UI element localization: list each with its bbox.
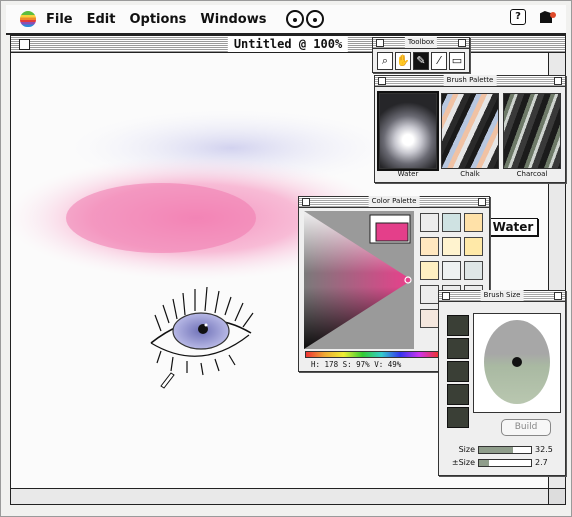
brush-water[interactable]: Water bbox=[377, 91, 439, 178]
toolbox-title: Toolbox bbox=[404, 37, 438, 48]
hue-slider[interactable] bbox=[305, 351, 439, 358]
brush-shape-list bbox=[447, 315, 469, 428]
menu-bar: File Edit Options Windows ? bbox=[6, 5, 566, 35]
pm-size-slider[interactable] bbox=[478, 458, 532, 467]
brush-size-title: Brush Size bbox=[480, 290, 524, 301]
swatch[interactable] bbox=[442, 237, 461, 256]
horizontal-scrollbar[interactable] bbox=[11, 488, 549, 504]
size-row: Size 32.5 bbox=[447, 445, 553, 454]
toolbox-palette: Toolbox ⌕ ✋ ✎ ⁄ ▭ bbox=[372, 37, 470, 73]
brush-cursor bbox=[160, 372, 175, 389]
current-brush-button[interactable]: Water bbox=[488, 218, 538, 236]
brush-shape-option[interactable] bbox=[447, 407, 469, 428]
brush-size-zoom-icon[interactable] bbox=[554, 292, 562, 300]
toolbox-close-icon[interactable] bbox=[376, 39, 384, 47]
menu-right-area: ? bbox=[510, 9, 556, 25]
size-slider[interactable] bbox=[478, 445, 532, 454]
pm-size-slider-fill bbox=[479, 459, 490, 466]
brush-palette-title: Brush Palette bbox=[443, 75, 497, 86]
resize-box[interactable] bbox=[548, 488, 565, 504]
color-palette-zoom-icon[interactable] bbox=[478, 198, 486, 206]
color-palette-title-bar[interactable]: Color Palette bbox=[299, 196, 489, 208]
help-icon[interactable]: ? bbox=[510, 9, 526, 25]
menu-options[interactable]: Options bbox=[129, 12, 186, 27]
hsv-readout: H: 178 S: 97% V: 49% bbox=[311, 360, 402, 369]
brush-size-title-bar[interactable]: Brush Size bbox=[439, 290, 565, 302]
chalk-brush-icon bbox=[441, 93, 499, 169]
magnifier-icon[interactable]: ⌕ bbox=[377, 52, 393, 70]
brush-label: Water bbox=[397, 170, 419, 178]
build-button[interactable]: Build bbox=[501, 419, 551, 436]
size-slider-fill bbox=[479, 446, 513, 453]
swatch[interactable] bbox=[442, 261, 461, 280]
brush-size-palette: Brush Size Build Size 32.5 ±Size 2.7 bbox=[438, 290, 566, 476]
swatch[interactable] bbox=[420, 309, 439, 328]
swatch[interactable] bbox=[420, 285, 439, 304]
color-triangle[interactable] bbox=[304, 211, 414, 349]
swatch[interactable] bbox=[464, 237, 483, 256]
swatch[interactable] bbox=[464, 261, 483, 280]
brush-shape-option[interactable] bbox=[447, 315, 469, 336]
menu-windows[interactable]: Windows bbox=[200, 12, 266, 27]
tool-row: ⌕ ✋ ✎ ⁄ ▭ bbox=[373, 49, 469, 73]
menu-file[interactable]: File bbox=[46, 12, 73, 27]
color-palette-title: Color Palette bbox=[368, 196, 420, 207]
size-value: 32.5 bbox=[535, 445, 553, 454]
document-title-bar[interactable]: Untitled @ 100% bbox=[11, 36, 565, 53]
selection-icon[interactable]: ▭ bbox=[449, 52, 465, 70]
eye-drawing bbox=[150, 286, 254, 376]
charcoal-brush-icon bbox=[503, 93, 561, 169]
brush-palette-close-icon[interactable] bbox=[378, 77, 386, 85]
apple-menu-icon[interactable] bbox=[20, 11, 36, 27]
brush-shape-option[interactable] bbox=[447, 338, 469, 359]
water-brush-icon bbox=[377, 91, 439, 171]
brush-size-close-icon[interactable] bbox=[442, 292, 450, 300]
brush-charcoal[interactable]: Charcoal bbox=[503, 93, 561, 178]
brush-preview bbox=[473, 313, 561, 413]
swatch[interactable] bbox=[420, 213, 439, 232]
pm-size-row: ±Size 2.7 bbox=[447, 458, 548, 467]
swatch[interactable] bbox=[420, 261, 439, 280]
pink-wash-core bbox=[66, 183, 256, 253]
hand-icon[interactable]: ✋ bbox=[395, 52, 411, 70]
close-box-icon[interactable] bbox=[19, 39, 30, 50]
brush-label: Charcoal bbox=[516, 170, 548, 178]
brush-palette-zoom-icon[interactable] bbox=[554, 77, 562, 85]
brush-palette-title-bar[interactable]: Brush Palette bbox=[375, 75, 565, 87]
swatch[interactable] bbox=[420, 237, 439, 256]
swatch[interactable] bbox=[464, 213, 483, 232]
brush-chalk[interactable]: Chalk bbox=[441, 93, 499, 178]
brush-icon[interactable]: ✎ bbox=[413, 52, 429, 70]
menu-edit[interactable]: Edit bbox=[87, 12, 116, 27]
brush-center-dot bbox=[512, 357, 522, 367]
toolbox-title-bar[interactable]: Toolbox bbox=[373, 37, 469, 49]
eyedropper-icon[interactable]: ⁄ bbox=[431, 52, 447, 70]
eye-right-icon bbox=[306, 10, 325, 28]
color-palette-close-icon[interactable] bbox=[302, 198, 310, 206]
eye-left-icon bbox=[286, 10, 305, 28]
toolbox-zoom-icon[interactable] bbox=[458, 39, 466, 47]
size-label: Size bbox=[458, 445, 475, 454]
brush-shape-option[interactable] bbox=[447, 384, 469, 405]
brush-shape-option[interactable] bbox=[447, 361, 469, 382]
brush-palette: Brush Palette Water Chalk Charcoal bbox=[374, 75, 566, 183]
brush-label: Chalk bbox=[460, 170, 480, 178]
eyes-icon[interactable] bbox=[286, 10, 325, 28]
document-title: Untitled @ 100% bbox=[227, 36, 349, 52]
brush-list: Water Chalk Charcoal bbox=[375, 87, 565, 184]
pm-size-label: ±Size bbox=[451, 458, 475, 467]
application-menu-icon[interactable] bbox=[538, 9, 556, 25]
pm-size-value: 2.7 bbox=[535, 458, 548, 467]
swatch[interactable] bbox=[442, 213, 461, 232]
